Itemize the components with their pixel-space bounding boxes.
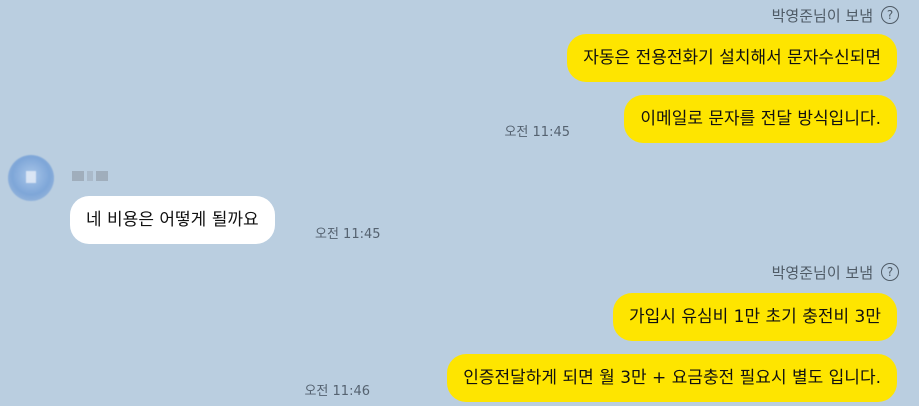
sender-label: 박영준님이 보냄 <box>771 6 873 25</box>
my-message-bubble[interactable]: 인증전달하게 되면 월 3만 + 요금충전 필요시 별도 입니다. <box>447 354 897 402</box>
my-message-bubble[interactable]: 이메일로 문자를 전달 방식입니다. <box>624 95 897 143</box>
chat-window: 박영준님이 보냄 ? 자동은 전용전화기 설치해서 문자수신되면 오전 11:4… <box>0 0 919 406</box>
sender-label: 박영준님이 보냄 <box>771 263 873 282</box>
message-time: 오전 11:45 <box>315 227 381 242</box>
my-message-bubble[interactable]: 자동은 전용전화기 설치해서 문자수신되면 <box>567 34 897 82</box>
help-icon[interactable]: ? <box>881 6 899 24</box>
other-message-bubble[interactable]: 네 비용은 어떻게 될까요 <box>70 196 275 244</box>
sender-label-row: 박영준님이 보냄 ? <box>772 2 899 28</box>
avatar[interactable] <box>8 155 54 201</box>
sender-label-row: 박영준님이 보냄 ? <box>772 259 899 285</box>
my-message-bubble[interactable]: 가입시 유심비 1만 초기 충전비 3만 <box>613 293 897 341</box>
help-icon[interactable]: ? <box>881 263 899 281</box>
sender-name-blurred <box>72 171 108 183</box>
message-time: 오전 11:46 <box>304 384 370 399</box>
message-time: 오전 11:45 <box>504 125 570 140</box>
